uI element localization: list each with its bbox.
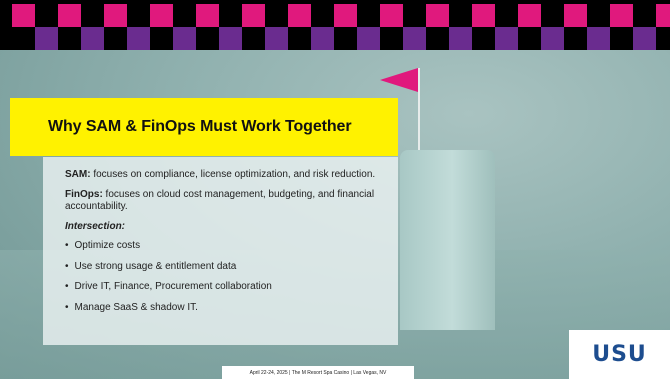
banner-square: [81, 27, 104, 50]
banner-square: [104, 4, 127, 27]
banner-square: [587, 27, 610, 50]
banner-square: [12, 4, 35, 27]
banner-square: [380, 4, 403, 27]
title-bar: Why SAM & FinOps Must Work Together: [10, 98, 398, 156]
banner-square: [150, 4, 173, 27]
flag-pole: [418, 68, 420, 150]
banner-square: [426, 4, 449, 27]
logo-box: USU: [569, 330, 670, 379]
banner-square: [449, 27, 472, 50]
usu-logo: USU: [592, 342, 647, 367]
banner-square: [288, 4, 311, 27]
banner-square: [564, 4, 587, 27]
slide-title: Why SAM & FinOps Must Work Together: [48, 118, 352, 135]
banner-square: [610, 4, 633, 27]
list-item: Manage SaaS & shadow IT.: [65, 302, 388, 315]
banner-square: [219, 27, 242, 50]
banner-square: [541, 27, 564, 50]
banner-square: [311, 27, 334, 50]
finops-paragraph: FinOps: focuses on cloud cost management…: [65, 189, 388, 214]
banner-square: [265, 27, 288, 50]
checkered-banner: [0, 0, 670, 50]
footer: April 22-24, 2025 | The M Resort Spa Cas…: [222, 366, 414, 379]
banner-square: [58, 4, 81, 27]
finops-label: FinOps:: [65, 188, 103, 200]
intersection-label: Intersection:: [65, 220, 126, 232]
banner-square: [472, 4, 495, 27]
sam-label: SAM:: [65, 169, 91, 180]
banner-square: [35, 27, 58, 50]
sam-paragraph: SAM: focuses on compliance, license opti…: [65, 169, 388, 182]
content-box: SAM: focuses on compliance, license opti…: [43, 157, 398, 345]
banner-square: [633, 27, 656, 50]
finops-text: focuses on cloud cost management, budget…: [65, 188, 375, 213]
bullet-list: Optimize costs Use strong usage & entitl…: [65, 240, 388, 314]
banner-square: [334, 4, 357, 27]
banner-square: [357, 27, 380, 50]
list-item: Optimize costs: [65, 240, 388, 253]
banner-square: [495, 27, 518, 50]
banner-square: [196, 4, 219, 27]
list-item: Use strong usage & entitlement data: [65, 261, 388, 274]
banner-square: [127, 27, 150, 50]
list-item: Drive IT, Finance, Procurement collabora…: [65, 281, 388, 294]
flag-icon: [380, 68, 418, 92]
pedestal: [400, 150, 495, 330]
banner-square: [403, 27, 426, 50]
banner-square: [656, 4, 670, 27]
banner-square: [242, 4, 265, 27]
slide: Why SAM & FinOps Must Work Together SAM:…: [0, 0, 670, 379]
banner-square: [518, 4, 541, 27]
banner-square: [173, 27, 196, 50]
sam-text: focuses on compliance, license optimizat…: [90, 169, 376, 180]
